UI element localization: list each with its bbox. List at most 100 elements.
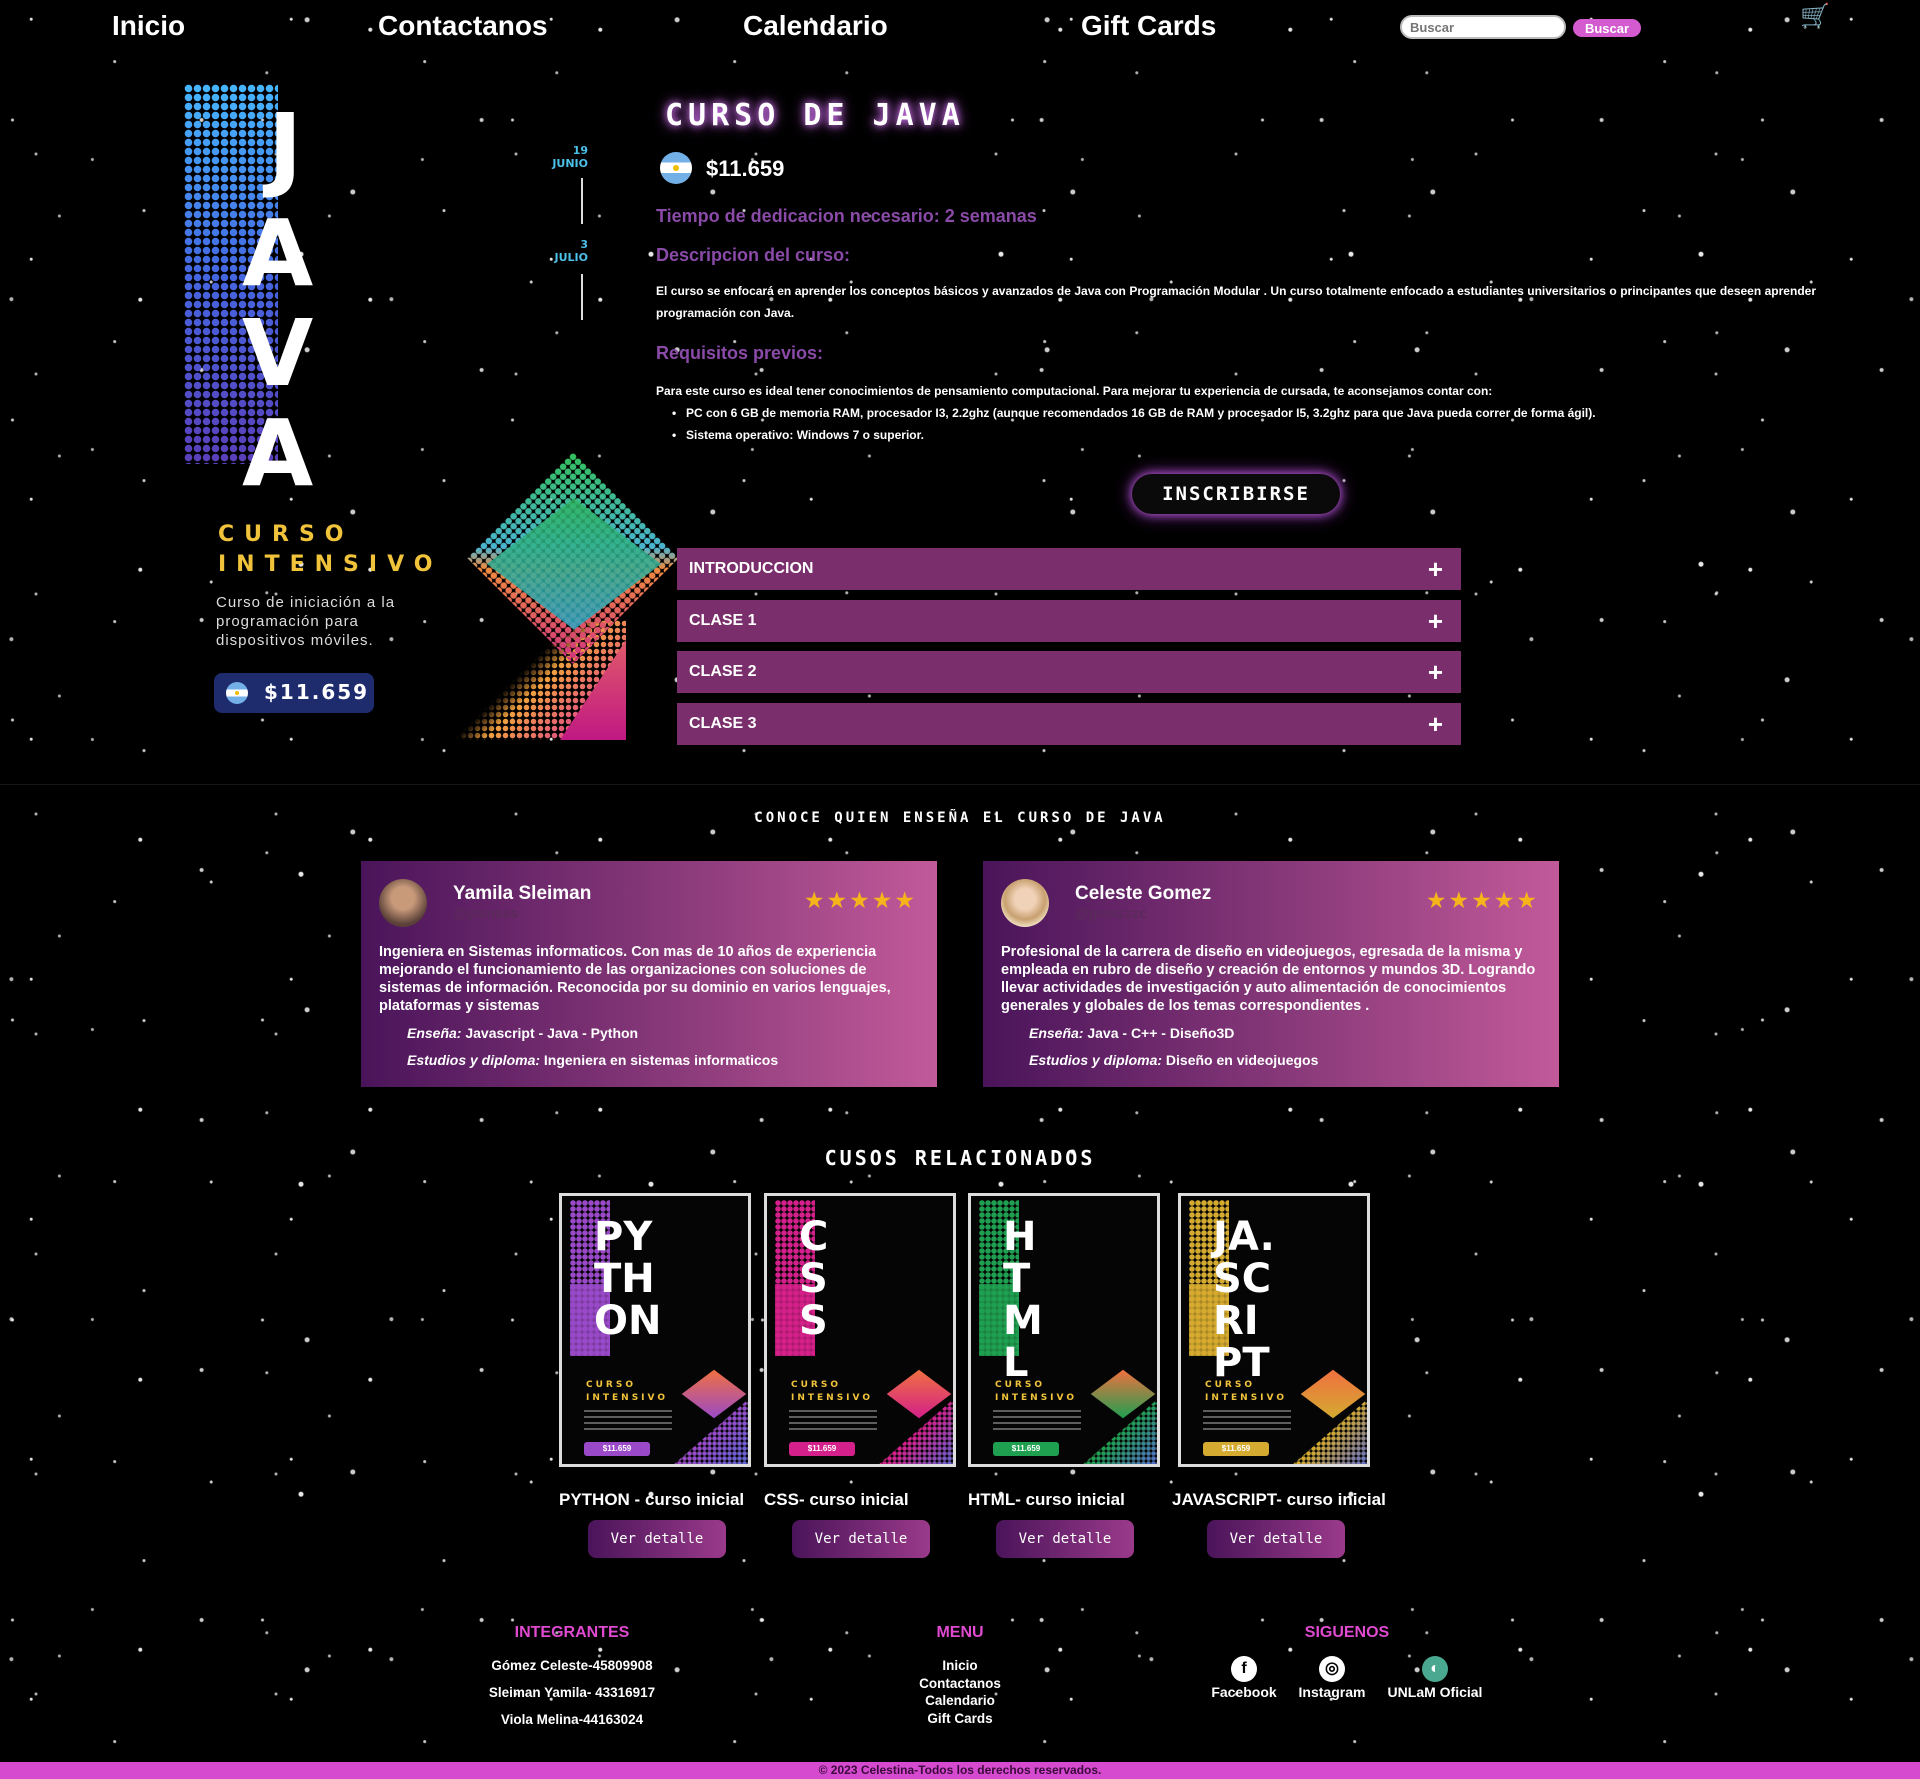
poster-letter-a: A [242, 200, 314, 307]
timeline-line [581, 178, 583, 224]
studies-label: Estudios y diploma: [407, 1052, 541, 1068]
accordion-clase-3[interactable]: CLASE 3 + [677, 703, 1461, 745]
plus-icon: + [1427, 554, 1443, 584]
related-course-poster[interactable]: H T M L CURSO INTENSIVO $11.659 [968, 1193, 1160, 1467]
poster-price: $11.659 [993, 1442, 1059, 1456]
social-unlam[interactable]: ◐ UNLaM Oficial [1382, 1656, 1488, 1700]
ver-detalle-button[interactable]: Ver detalle [792, 1520, 930, 1558]
poster-date-end-month: JULIO [554, 251, 588, 264]
plus-icon: + [1427, 657, 1443, 687]
related-course-title: JAVASCRIPT- curso inicial [1172, 1490, 1386, 1509]
teacher-card: Yamila Sleiman @yamsss ★★★★★ Ingeniera e… [361, 861, 937, 1087]
poster-curso: CURSO [995, 1380, 1045, 1390]
argentina-flag-icon [660, 152, 692, 184]
related-course-title: CSS- curso inicial [764, 1490, 909, 1509]
footer-menu-link[interactable]: Calendario [860, 1693, 1060, 1708]
teacher-bio: Profesional de la carrera de diseño en v… [1001, 944, 1536, 1014]
related-course-poster[interactable]: C S S CURSO INTENSIVO $11.659 [764, 1193, 956, 1467]
teacher-name: Yamila Sleiman [453, 883, 592, 904]
poster-curso-intensivo: CURSO INTENSIVO [791, 1379, 873, 1405]
copyright: © 2023 Celestina-Todos los derechos rese… [0, 1762, 1920, 1779]
ver-detalle-button[interactable]: Ver detalle [588, 1520, 726, 1558]
poster-title: C S S [799, 1214, 829, 1344]
accordion-label: CLASE 2 [689, 663, 757, 680]
star-rating-icon: ★★★★★ [1425, 887, 1539, 913]
accordion-clase-1[interactable]: CLASE 1 + [677, 600, 1461, 642]
requirements-list: PC con 6 GB de memoria RAM, procesador I… [686, 402, 1596, 446]
ver-detalle-button[interactable]: Ver detalle [996, 1520, 1134, 1558]
teaches-value: Java - C++ - Diseño3D [1087, 1025, 1235, 1041]
enroll-button[interactable]: INSCRIBIRSE [1132, 474, 1340, 514]
teaches-label: Enseña: [1029, 1025, 1084, 1041]
teacher-teaches: Enseña: Javascript - Java - Python [407, 1025, 638, 1041]
teacher-handle: @yamsss [453, 905, 519, 921]
teacher-card: Celeste Gomez @gomzzzc ★★★★★ Profesional… [983, 861, 1559, 1087]
social-instagram[interactable]: ◎ Instagram [1290, 1656, 1374, 1700]
poster-curso: CURSO [218, 522, 354, 547]
poster-curso-intensivo: CURSO INTENSIVO [218, 520, 442, 580]
related-heading: CUSOS RELACIONADOS [824, 1146, 1096, 1170]
poster-letter-a2: A [242, 400, 314, 507]
ver-detalle-button[interactable]: Ver detalle [1207, 1520, 1345, 1558]
accordion-label: INTRODUCCION [689, 560, 814, 577]
teachers-heading: CONOCE QUIEN ENSEÑA EL CURSO DE JAVA [754, 810, 1166, 826]
accordion-clase-2[interactable]: CLASE 2 + [677, 651, 1461, 693]
requirements-intro: Para este curso es ideal tener conocimie… [656, 384, 1493, 398]
poster-title: PY TH ON [594, 1214, 662, 1344]
requirement-item: Sistema operativo: Windows 7 o superior. [686, 424, 1596, 446]
footer-integrantes-heading: INTEGRANTES [514, 1624, 630, 1641]
teacher-studies: Estudios y diploma: Diseño en videojuego… [1029, 1052, 1318, 1068]
social-label: UNLaM Oficial [1387, 1684, 1483, 1700]
teacher-studies: Estudios y diploma: Ingeniera en sistema… [407, 1052, 778, 1068]
nav-link-gift-cards[interactable]: Gift Cards [1081, 10, 1216, 42]
teaches-label: Enseña: [407, 1025, 462, 1041]
course-description: El curso se enfocará en aprender los con… [656, 284, 1816, 320]
poster-title: JA. SC RI PT [1213, 1214, 1275, 1386]
poster-curso: CURSO [586, 1380, 636, 1390]
footer-social-heading: SIGUENOS [1304, 1624, 1390, 1641]
studies-value: Ingeniera en sistemas informaticos [543, 1052, 779, 1068]
argentina-flag-icon [226, 682, 248, 704]
teaches-value: Javascript - Java - Python [465, 1025, 639, 1041]
poster-small-text [584, 1410, 672, 1432]
poster-title: H T M L [1003, 1214, 1043, 1386]
footer-menu-link[interactable]: Inicio [860, 1658, 1060, 1673]
social-label: Instagram [1298, 1684, 1366, 1700]
poster-price: $11.659 [584, 1442, 650, 1456]
footer-menu-link[interactable]: Gift Cards [860, 1711, 1060, 1726]
poster-intensivo: INTENSIVO [218, 552, 443, 577]
poster-price: $11.659 [1203, 1442, 1269, 1456]
related-course-poster[interactable]: JA. SC RI PT CURSO INTENSIVO $11.659 [1178, 1193, 1370, 1467]
search-input[interactable] [1400, 15, 1566, 39]
poster-description: Curso de iniciación a la programación pa… [216, 594, 396, 649]
nav-link-contactanos[interactable]: Contactanos [378, 10, 548, 42]
social-facebook[interactable]: f Facebook [1202, 1656, 1286, 1700]
top-nav: Inicio Contactanos Calendario Gift Cards… [0, 0, 1920, 56]
unlam-icon: ◐ [1422, 1656, 1448, 1682]
section-divider [0, 784, 1920, 785]
poster-intensivo: INTENSIVO [1205, 1393, 1287, 1403]
studies-label: Estudios y diploma: [1029, 1052, 1163, 1068]
footer-integrante: Gómez Celeste-45809908 [491, 1658, 653, 1673]
search-button[interactable]: Buscar [1573, 19, 1641, 37]
nav-link-calendario[interactable]: Calendario [743, 10, 888, 42]
requirement-item: PC con 6 GB de memoria RAM, procesador I… [686, 402, 1596, 424]
related-course-poster[interactable]: PY TH ON CURSO INTENSIVO $11.659 [559, 1193, 751, 1467]
accordion-label: CLASE 1 [689, 612, 757, 629]
poster-small-text [789, 1410, 877, 1432]
dedication-time: Tiempo de dedicacion necesario: 2 semana… [656, 206, 1037, 226]
poster-letter-j: J [268, 94, 303, 201]
star-rating-icon: ★★★★★ [803, 887, 917, 913]
course-poster: J A V A 19 JUNIO 3 JULIO CURSO INTENSIVO… [180, 80, 680, 750]
nav-link-inicio[interactable]: Inicio [112, 10, 185, 42]
accordion-introduccion[interactable]: INTRODUCCION + [677, 548, 1461, 590]
teacher-name: Celeste Gomez [1075, 883, 1212, 904]
poster-intensivo: INTENSIVO [586, 1393, 668, 1403]
cart-icon[interactable]: 🛒 [1800, 2, 1830, 31]
poster-date-start-month: JUNIO [552, 157, 588, 170]
footer-menu-link[interactable]: Contactanos [860, 1676, 1060, 1691]
poster-price: $11.659 [789, 1442, 855, 1456]
instagram-icon: ◎ [1319, 1656, 1345, 1682]
poster-curso-intensivo: CURSO INTENSIVO [586, 1379, 668, 1405]
accordion-label: CLASE 3 [689, 715, 757, 732]
